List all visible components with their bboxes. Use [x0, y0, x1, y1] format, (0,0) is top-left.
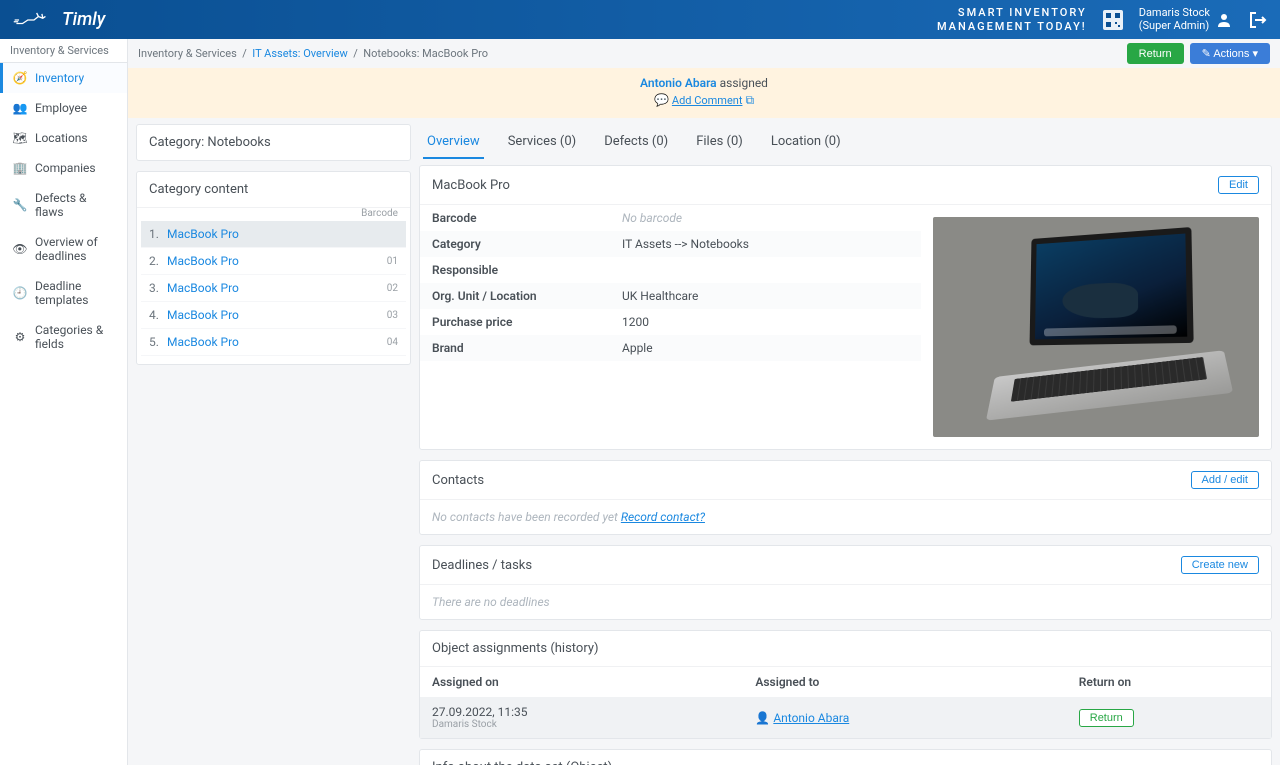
history-table: Assigned on Assigned to Return on 27.09.…: [420, 667, 1271, 738]
barcode-col-header: Barcode: [137, 208, 410, 221]
tab-location[interactable]: Location (0): [767, 124, 845, 159]
nav-templates[interactable]: 🕘Deadline templates: [0, 271, 127, 315]
breadcrumb: Inventory & Services / IT Assets: Overvi…: [138, 47, 488, 60]
detail-tabs: Overview Services (0) Defects (0) Files …: [419, 124, 1272, 159]
deer-icon: [12, 9, 56, 31]
tab-services[interactable]: Services (0): [504, 124, 581, 159]
list-item[interactable]: 3.MacBook Pro02: [141, 275, 406, 302]
product-image: [933, 217, 1259, 437]
return-assignment-button[interactable]: Return: [1079, 709, 1134, 727]
nav-inventory[interactable]: 🧭Inventory: [0, 63, 127, 93]
breadcrumb-link[interactable]: IT Assets: Overview: [252, 47, 348, 60]
header-right: SMART INVENTORY MANAGEMENT TODAY! Damari…: [937, 6, 1268, 32]
users-icon: 👥: [13, 101, 27, 115]
sidebar-subtab[interactable]: Inventory & Services: [0, 39, 127, 63]
list-item[interactable]: 2.MacBook Pro01: [141, 248, 406, 275]
list-item[interactable]: 1.MacBook Pro: [141, 221, 406, 248]
list-item[interactable]: 4.MacBook Pro03: [141, 302, 406, 329]
contacts-title: Contacts: [432, 473, 484, 488]
external-link-icon[interactable]: ⧉: [745, 93, 754, 107]
banner-assignee[interactable]: Antonio Abara: [640, 76, 717, 90]
deadlines-title: Deadlines / tasks: [432, 558, 532, 573]
assignment-banner: Antonio Abara assigned 💬 Add Comment ⧉: [128, 68, 1280, 118]
user-name: Damaris Stock: [1139, 7, 1210, 19]
person-icon: 👤: [755, 711, 770, 725]
category-title: Category: Notebooks: [137, 125, 410, 160]
create-deadline-button[interactable]: Create new: [1181, 556, 1259, 574]
logo-text: Timly: [62, 9, 105, 30]
nav-deadlines[interactable]: 👁Overview of deadlines: [0, 227, 127, 271]
detail-table: BarcodeNo barcode CategoryIT Assets --> …: [420, 205, 921, 361]
logo[interactable]: Timly: [12, 9, 105, 31]
user-block[interactable]: Damaris Stock (Super Admin): [1139, 7, 1232, 31]
tab-overview[interactable]: Overview: [423, 124, 484, 159]
add-comment-link[interactable]: Add Comment: [672, 94, 743, 107]
building-icon: 🏢: [13, 161, 27, 175]
comment-icon: 💬: [654, 93, 669, 107]
gauge-icon: 🧭: [13, 71, 27, 85]
return-button[interactable]: Return: [1127, 43, 1184, 64]
category-content-title: Category content: [137, 172, 410, 208]
nav-defects[interactable]: 🔧Defects & flaws: [0, 183, 127, 227]
category-list: 1.MacBook Pro 2.MacBook Pro01 3.MacBook …: [137, 221, 410, 364]
app-header: Timly SMART INVENTORY MANAGEMENT TODAY! …: [0, 0, 1280, 39]
table-row: 27.09.2022, 11:35Damaris Stock 👤 Antonio…: [420, 697, 1271, 738]
record-contact-link[interactable]: Record contact?: [621, 510, 705, 524]
nav-companies[interactable]: 🏢Companies: [0, 153, 127, 183]
nav-categories[interactable]: ⚙Categories & fields: [0, 315, 127, 359]
nav-locations[interactable]: 🗺Locations: [0, 123, 127, 153]
sitemap-icon: 🗺: [13, 131, 27, 145]
info-title: Info about the data set (Object): [420, 750, 1271, 765]
add-edit-contacts-button[interactable]: Add / edit: [1191, 471, 1259, 489]
edit-button[interactable]: Edit: [1218, 176, 1259, 194]
wrench-icon: 🔧: [13, 198, 27, 212]
actions-button[interactable]: ✎ Actions ▾: [1190, 43, 1270, 64]
user-icon: [1216, 12, 1232, 28]
sidebar: Inventory & Services 🧭Inventory 👥Employe…: [0, 39, 128, 765]
assigned-to-link[interactable]: Antonio Abara: [773, 711, 849, 725]
eye-icon: 👁: [13, 242, 27, 256]
tagline: SMART INVENTORY MANAGEMENT TODAY!: [937, 6, 1087, 32]
tab-files[interactable]: Files (0): [692, 124, 747, 159]
gear-icon: ⚙: [13, 330, 27, 344]
detail-title: MacBook Pro: [432, 178, 510, 193]
history-title: Object assignments (history): [420, 631, 1271, 667]
user-role: (Super Admin): [1139, 20, 1210, 32]
nav-employee[interactable]: 👥Employee: [0, 93, 127, 123]
clock-icon: 🕘: [13, 286, 27, 300]
tab-defects[interactable]: Defects (0): [600, 124, 672, 159]
list-item[interactable]: 5.MacBook Pro04: [141, 329, 406, 356]
logout-icon[interactable]: [1248, 10, 1268, 30]
qr-icon[interactable]: [1103, 10, 1123, 30]
main-content: Inventory & Services / IT Assets: Overvi…: [128, 39, 1280, 765]
